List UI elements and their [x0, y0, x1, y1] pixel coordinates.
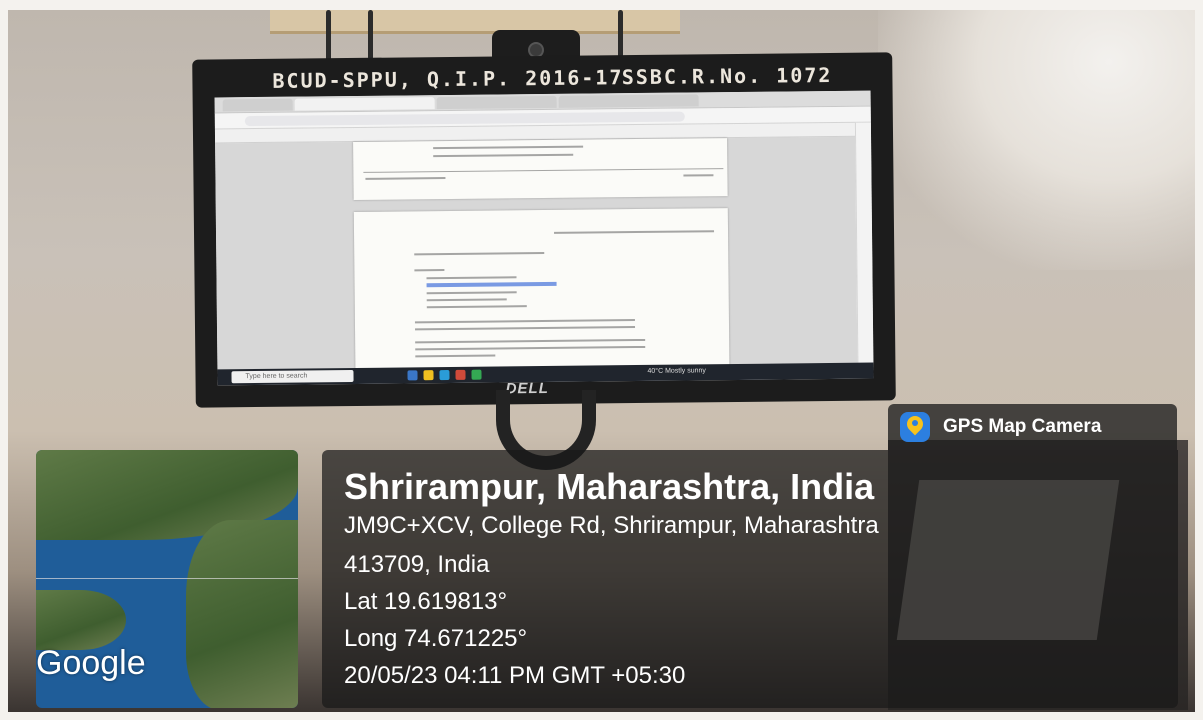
gps-camera-badge: GPS Map Camera	[888, 404, 1177, 450]
latitude: Lat 19.619813°	[344, 588, 508, 615]
taskbar-app-icon	[455, 369, 466, 380]
taskbar-search: Type here to search	[231, 370, 354, 384]
taskbar-weather: 40°C Mostly sunny	[647, 367, 706, 375]
pdf-page	[353, 138, 728, 200]
address-line-2: 413709, India	[344, 551, 490, 578]
map-thumbnail: Google	[36, 450, 298, 708]
taskbar-app-icon	[423, 370, 434, 381]
longitude: Long 74.671225°	[344, 625, 528, 652]
monitor-screen: Type here to search 40°C Mostly sunny	[214, 90, 874, 386]
sticker-left-text: BCUD-SPPU, Q.I.P. 2016-17	[272, 65, 624, 93]
location-info-panel: Shrirampur, Maharashtra, India JM9C+XCV,…	[322, 450, 1178, 708]
gps-camera-label: GPS Map Camera	[943, 416, 1102, 437]
monitor: BCUD-SPPU, Q.I.P. 2016-17 SSBC.R.No. 107…	[192, 52, 896, 408]
cable	[368, 10, 373, 60]
timestamp: 20/05/23 04:11 PM GMT +05:30	[344, 662, 686, 689]
wall-light	[878, 10, 1195, 270]
taskbar-app-icon	[407, 370, 418, 381]
taskbar-app-icon	[471, 369, 482, 380]
browser-sidebar	[854, 122, 874, 363]
location-title: Shrirampur, Maharashtra, India	[344, 466, 875, 507]
taskbar-app-icon	[439, 369, 450, 381]
map-pin-icon	[900, 412, 930, 442]
cable	[618, 10, 623, 60]
map-grid-line	[36, 578, 298, 579]
sticker-right-text: SSBC.R.No. 1072	[621, 62, 833, 90]
pdf-page	[353, 208, 730, 372]
map-attribution: Google	[36, 644, 146, 682]
address-line-1: JM9C+XCV, College Rd, Shrirampur, Mahara…	[344, 512, 879, 539]
pdf-viewer	[215, 136, 858, 372]
